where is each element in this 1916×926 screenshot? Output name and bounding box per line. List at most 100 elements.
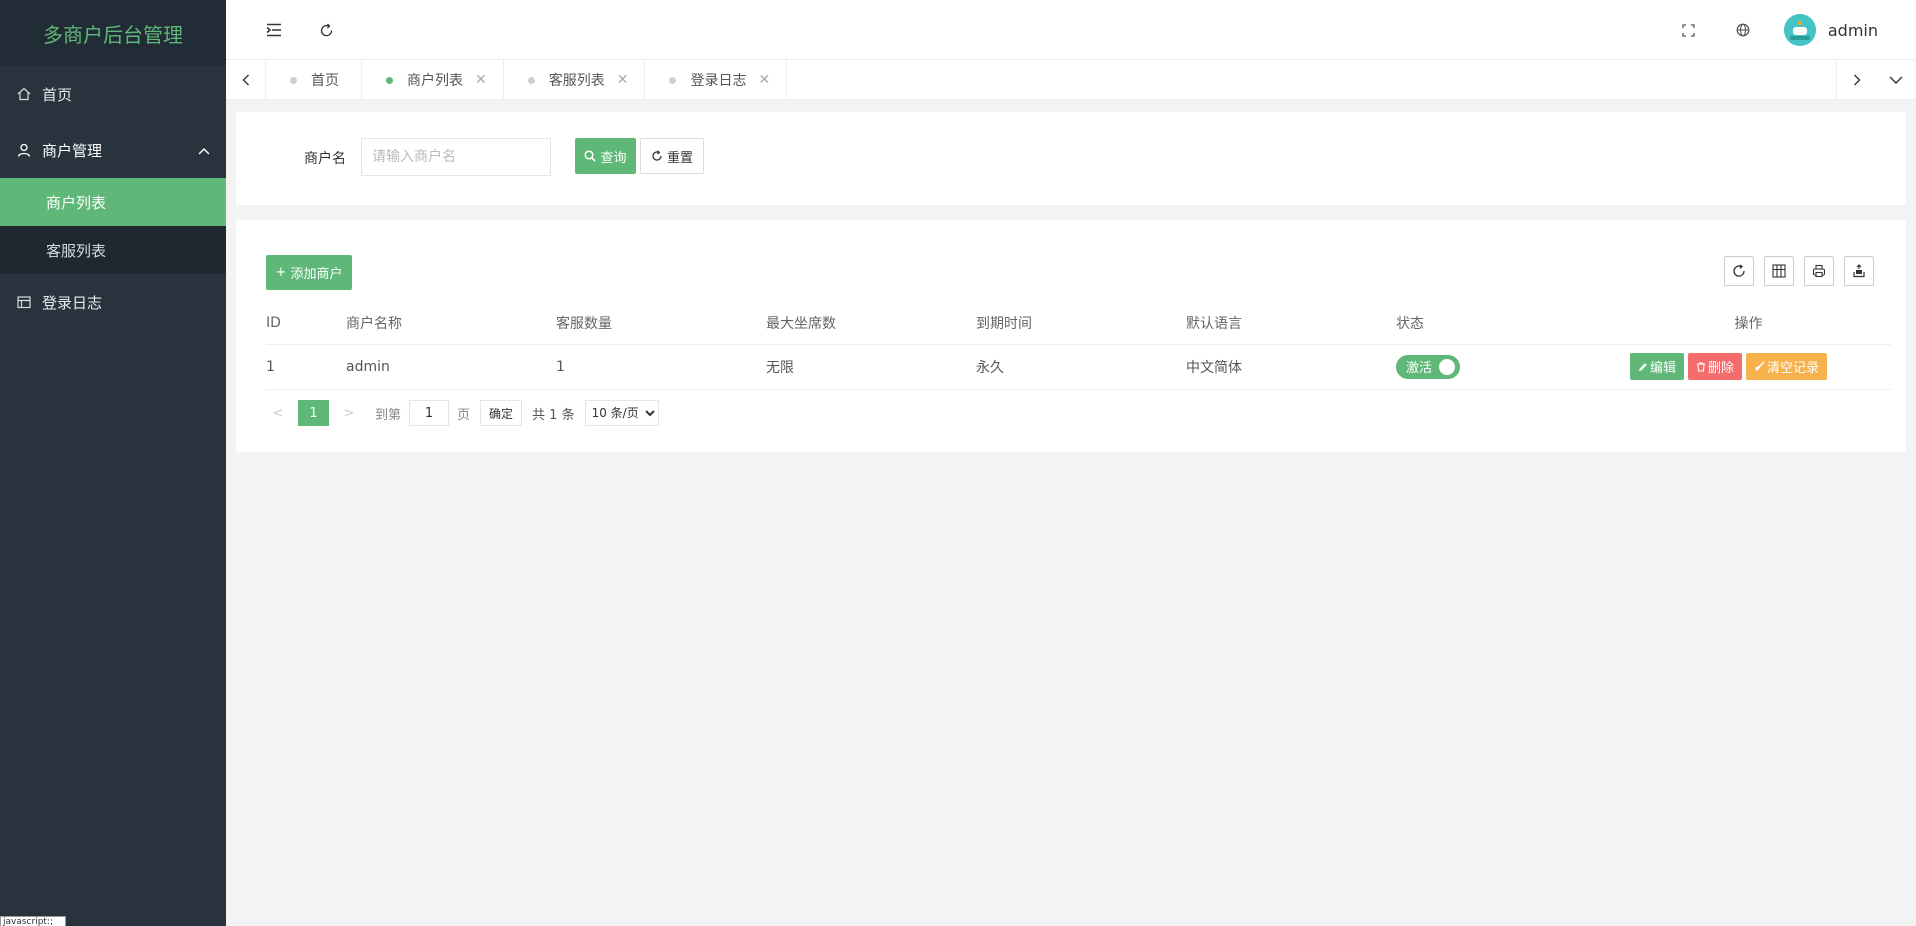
export-icon (1853, 264, 1865, 278)
toggle-knob (1439, 358, 1455, 375)
sidebar-item-merchant-list[interactable]: 商户列表 (0, 178, 226, 226)
goto-label: 到第 (375, 407, 402, 423)
top-header: admin (226, 0, 1916, 60)
username: admin (1827, 20, 1878, 40)
tabs-bar: 首页 商户列表 ✕ 客服列表 ✕ 登录日志 ✕ (226, 60, 1916, 100)
trash-icon (1697, 361, 1706, 372)
delete-button[interactable]: 删除 (1688, 353, 1743, 380)
tab-status-dot (669, 76, 677, 84)
sidebar-item-home[interactable]: 首页 (0, 66, 226, 122)
column-header-default-language[interactable]: 默认语言 (1186, 302, 1396, 344)
reset-button-label: 重置 (666, 150, 693, 166)
clear-records-button[interactable]: 清空记录 (1746, 353, 1828, 380)
page-unit-label: 页 (457, 407, 471, 423)
chevron-left-icon (242, 74, 249, 86)
cell-id: 1 (266, 358, 275, 375)
cell-max-seats: 无限 (766, 359, 794, 376)
status-bar-link: javascript:; (0, 916, 66, 926)
sidebar-item-merchant-management[interactable]: 商户管理 (0, 122, 226, 178)
column-header-max-seats[interactable]: 最大坐席数 (766, 302, 976, 344)
page-number-current[interactable]: 1 (298, 400, 329, 426)
query-button[interactable]: 查询 (575, 138, 636, 174)
tabs: 首页 商户列表 ✕ 客服列表 ✕ 登录日志 ✕ (266, 60, 788, 100)
cell-merchant-name: admin (346, 358, 390, 375)
pencil-icon (1639, 362, 1647, 371)
sidebar-item-label: 首页 (42, 85, 73, 104)
tab-label: 登录日志 (690, 73, 747, 89)
tabs-menu-button[interactable] (1876, 60, 1916, 100)
column-header-actions: 操作 (1734, 315, 1763, 332)
merchant-table-panel: + 添加商户 ID 商户名称 客服数量 最大坐席数 到期时间 默认语言 状态 操… (236, 220, 1906, 452)
next-page-icon[interactable]: > (337, 406, 361, 421)
print-icon (1812, 264, 1826, 278)
table-refresh-button[interactable] (1724, 256, 1754, 286)
reset-button[interactable]: 重置 (640, 138, 704, 174)
tab-service-list[interactable]: 客服列表 ✕ (504, 60, 646, 100)
cell-service-count: 1 (556, 358, 565, 375)
search-icon (584, 150, 597, 162)
row-actions: 编辑 删除 清空记录 (1630, 353, 1891, 380)
sidebar-item-service-list[interactable]: 客服列表 (0, 226, 226, 274)
chevron-down-icon (1889, 76, 1903, 84)
user-menu[interactable]: admin (1783, 14, 1878, 46)
refresh-icon (1733, 264, 1745, 277)
tabs-scroll-left-button[interactable] (226, 60, 266, 100)
status-toggle[interactable]: 激活 (1396, 354, 1460, 379)
clear-records-button-label: 清空记录 (1767, 361, 1820, 376)
app-logo: 多商户后台管理 (0, 0, 226, 66)
globe-icon[interactable] (1731, 18, 1755, 42)
close-icon[interactable]: ✕ (617, 72, 629, 88)
table-export-button[interactable] (1844, 256, 1874, 286)
cell-actions: 编辑 删除 清空记录 (1606, 344, 1891, 389)
page-size-select[interactable]: 10 条/页 (584, 400, 659, 426)
total-count: 共 1 条 (532, 407, 575, 423)
table-columns-button[interactable] (1764, 256, 1794, 286)
table-row: 1 admin 1 无限 永久 中文简体 激活 编辑 删除 清空记录 (266, 344, 1891, 389)
tab-status-dot (290, 76, 297, 84)
sidebar-submenu: 商户列表 客服列表 (0, 178, 226, 274)
tab-merchant-list[interactable]: 商户列表 ✕ (362, 60, 504, 100)
menu-toggle-icon[interactable] (262, 18, 286, 42)
tabs-scroll-right-button[interactable] (1836, 60, 1876, 100)
table-toolbar (1724, 256, 1874, 286)
prev-page-icon[interactable]: < (266, 406, 290, 421)
chevron-up-icon (198, 141, 210, 159)
close-icon[interactable]: ✕ (475, 72, 487, 88)
goto-page-input[interactable] (409, 400, 450, 426)
delete-button-label: 删除 (1708, 361, 1735, 376)
home-icon (16, 86, 32, 102)
edit-button[interactable]: 编辑 (1630, 353, 1685, 380)
refresh-icon[interactable] (314, 18, 338, 42)
cell-expire-time: 永久 (976, 359, 1004, 376)
goto-confirm-button[interactable]: 确定 (480, 400, 523, 426)
column-header-service-count[interactable]: 客服数量 (556, 302, 766, 344)
status-toggle-label: 激活 (1406, 361, 1433, 376)
merchant-name-label: 商户名 (304, 151, 346, 167)
column-header-id[interactable]: ID (266, 302, 346, 344)
plus-icon: + (275, 265, 287, 280)
avatar (1783, 14, 1816, 46)
column-header-merchant-name[interactable]: 商户名称 (346, 302, 556, 344)
table-print-button[interactable] (1804, 256, 1834, 286)
sidebar-item-login-log[interactable]: 登录日志 (0, 274, 226, 330)
merchant-table: ID 商户名称 客服数量 最大坐席数 到期时间 默认语言 状态 操作 1 adm… (266, 302, 1891, 390)
column-header-status[interactable]: 状态 (1396, 302, 1606, 344)
sidebar-item-label: 登录日志 (42, 293, 103, 312)
merchant-name-input[interactable] (361, 138, 551, 176)
tab-status-dot (386, 76, 393, 84)
tab-home[interactable]: 首页 (266, 60, 362, 100)
fullscreen-icon[interactable] (1676, 18, 1700, 42)
sidebar: 多商户后台管理 首页 商户管理 商户列表 客服列表 登录日志 javascrip… (0, 0, 226, 926)
column-header-expire-time[interactable]: 到期时间 (976, 302, 1186, 344)
chevron-right-icon (1853, 74, 1860, 86)
close-icon[interactable]: ✕ (758, 72, 770, 88)
columns-icon (1772, 264, 1786, 278)
query-button-label: 查询 (600, 150, 627, 166)
sidebar-item-label: 商户管理 (42, 141, 103, 160)
add-merchant-button[interactable]: + 添加商户 (266, 255, 352, 290)
tab-label: 客服列表 (548, 73, 605, 89)
tab-login-log[interactable]: 登录日志 ✕ (645, 60, 788, 100)
refresh-icon (652, 150, 662, 161)
cell-default-language: 中文简体 (1186, 359, 1242, 376)
tab-label: 首页 (311, 73, 339, 89)
